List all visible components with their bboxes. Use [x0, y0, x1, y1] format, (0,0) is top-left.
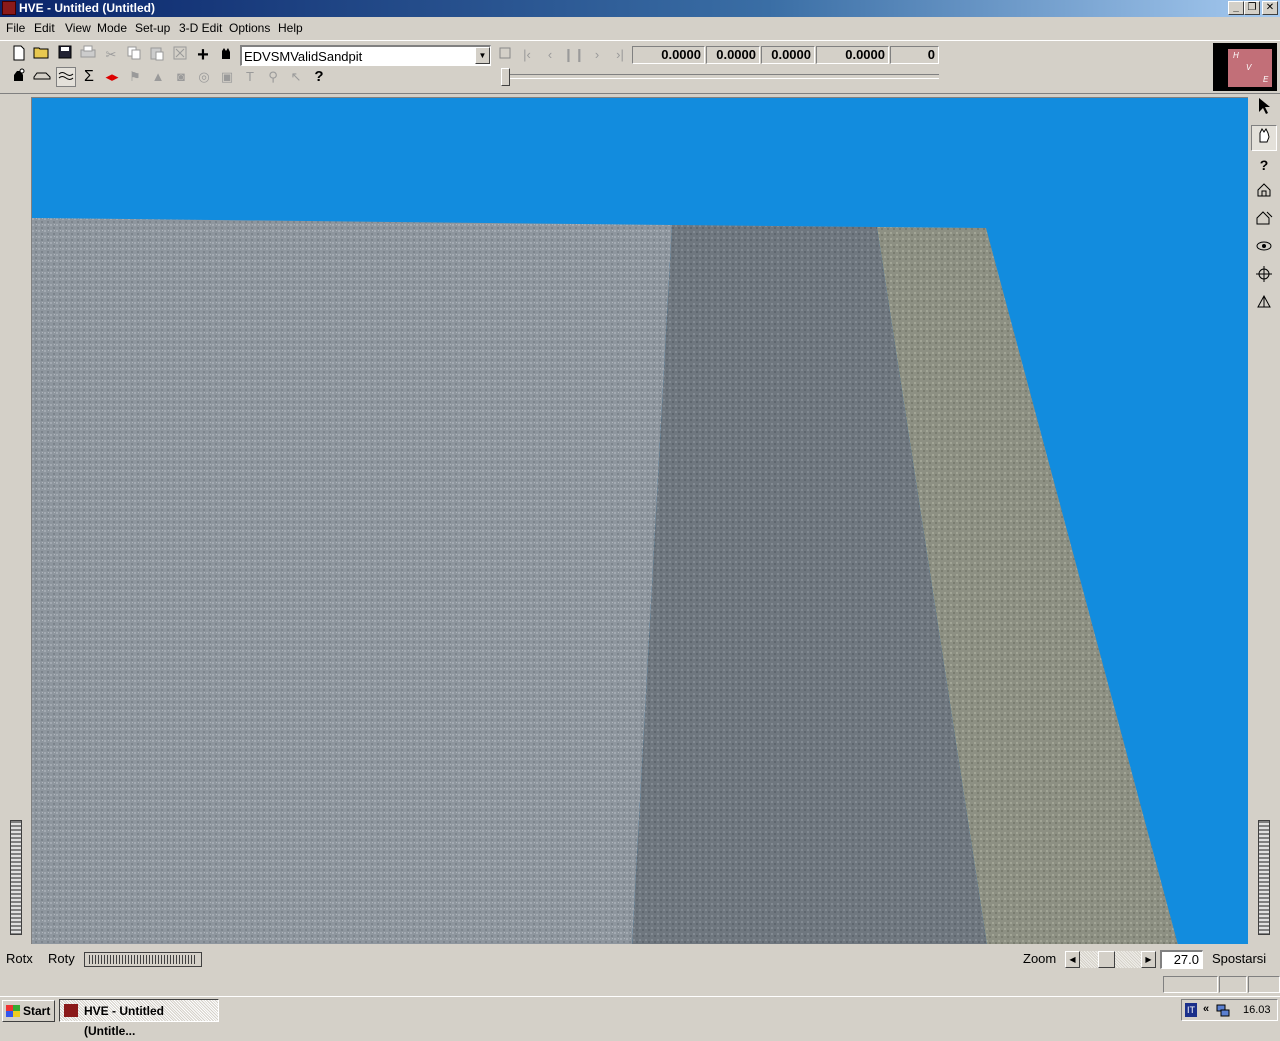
- view-eye-icon[interactable]: [1251, 237, 1277, 263]
- pan-hand-icon[interactable]: [1251, 125, 1277, 151]
- car-outline-icon[interactable]: [32, 67, 52, 87]
- split-icon[interactable]: ◂▸: [102, 67, 122, 87]
- frame-field[interactable]: 0: [890, 46, 939, 64]
- skip-end-icon[interactable]: ›|: [610, 45, 630, 65]
- value-field-4[interactable]: 0.0000: [816, 46, 889, 64]
- step-back-icon[interactable]: ‹: [540, 45, 560, 65]
- title-bar: HVE - Untitled (Untitled) _ ❐ ✕: [0, 0, 1280, 17]
- timeline-thumb[interactable]: [501, 68, 510, 86]
- cone-icon[interactable]: ▲: [148, 67, 168, 87]
- hve-app-icon: [64, 1004, 78, 1017]
- text-tool-icon[interactable]: T: [240, 67, 260, 87]
- hve-logo: H V E: [1213, 43, 1277, 91]
- arrow-tool-icon[interactable]: ↖: [286, 67, 306, 87]
- grab-hand-icon[interactable]: [216, 45, 236, 65]
- model-select[interactable]: EDVSMValidSandpit ▼: [240, 45, 491, 66]
- timeline-track[interactable]: [502, 74, 939, 79]
- menu-help[interactable]: Help: [278, 21, 303, 35]
- clock: 16.03: [1243, 1004, 1271, 1016]
- select-arrow-icon[interactable]: [1251, 97, 1277, 123]
- help-icon[interactable]: ?: [309, 67, 329, 87]
- start-label: Start: [23, 1004, 51, 1018]
- close-button[interactable]: ✕: [1262, 1, 1278, 15]
- system-tray: IT « 16.03: [1181, 999, 1278, 1021]
- left-panel: [0, 97, 31, 944]
- frame-icon[interactable]: [170, 45, 190, 65]
- home-icon[interactable]: [1251, 181, 1277, 207]
- menu-file[interactable]: File: [6, 21, 25, 35]
- perspective-cube-icon[interactable]: [1251, 293, 1277, 319]
- chevron-down-icon[interactable]: ▼: [475, 47, 490, 64]
- value-field-2[interactable]: 0.0000: [706, 46, 760, 64]
- mode-label: Spostarsi: [1212, 951, 1267, 966]
- skip-start-icon[interactable]: |‹: [517, 45, 537, 65]
- status-panel-3: [1248, 976, 1280, 993]
- new-file-icon[interactable]: [9, 45, 29, 65]
- barrel-icon[interactable]: ◙: [171, 67, 191, 87]
- add-icon[interactable]: +: [193, 45, 213, 65]
- zoom-label: Zoom: [1023, 951, 1057, 966]
- rotx-label: Rotx: [6, 951, 33, 966]
- app-icon[interactable]: [2, 1, 16, 15]
- zoom-left-arrow-icon[interactable]: ◀: [1065, 951, 1080, 968]
- right-vertical-slider[interactable]: [1258, 820, 1270, 935]
- pause-icon[interactable]: ❙❙: [563, 45, 585, 65]
- 3d-viewport[interactable]: [31, 97, 1248, 944]
- value-field-1[interactable]: 0.0000: [632, 46, 705, 64]
- menu-3d-edit[interactable]: 3-D Edit: [179, 21, 222, 35]
- menu-edit[interactable]: Edit: [34, 21, 55, 35]
- logo-letter-e: E: [1263, 75, 1269, 84]
- menu-view[interactable]: View: [65, 21, 91, 35]
- ground-surface-left: [32, 218, 672, 944]
- terrain-icon[interactable]: [56, 67, 76, 87]
- minimize-button[interactable]: _: [1228, 1, 1244, 15]
- vehicle-icon[interactable]: [9, 67, 29, 87]
- status-panel-2: [1219, 976, 1247, 993]
- step-forward-icon[interactable]: ›: [587, 45, 607, 65]
- sum-icon[interactable]: Σ: [79, 67, 99, 87]
- window-title: HVE - Untitled (Untitled): [19, 1, 155, 15]
- menu-bar: File Edit View Mode Set-up 3-D Edit Opti…: [0, 18, 1280, 38]
- logo-letter-v: V: [1246, 63, 1252, 72]
- help-question-icon[interactable]: ?: [1251, 153, 1277, 179]
- language-indicator[interactable]: IT: [1185, 1003, 1197, 1017]
- zoom-value-field[interactable]: 27.0: [1160, 950, 1203, 969]
- save-icon[interactable]: [55, 45, 75, 65]
- roty-slider[interactable]: [84, 952, 202, 967]
- restore-button[interactable]: ❐: [1244, 1, 1260, 15]
- menu-setup[interactable]: Set-up: [135, 21, 170, 35]
- tray-expand-chevron[interactable]: «: [1203, 1003, 1209, 1015]
- menu-options[interactable]: Options: [229, 21, 270, 35]
- windows-flag-icon: [6, 1005, 20, 1017]
- open-folder-icon[interactable]: [32, 45, 52, 65]
- status-panel-1: [1163, 976, 1218, 993]
- network-icon[interactable]: [1216, 1003, 1230, 1017]
- copy-icon[interactable]: [124, 45, 144, 65]
- box-icon[interactable]: ▣: [217, 67, 237, 87]
- value-field-3[interactable]: 0.0000: [761, 46, 815, 64]
- start-button[interactable]: Start: [2, 1000, 55, 1022]
- menu-mode[interactable]: Mode: [97, 21, 127, 35]
- target-icon[interactable]: ◎: [194, 67, 214, 87]
- home-set-icon[interactable]: [1251, 209, 1277, 235]
- taskbar-hve-button[interactable]: HVE - Untitled (Untitle...: [59, 999, 219, 1038]
- flag-icon[interactable]: ⚑: [125, 67, 145, 87]
- paste-icon[interactable]: [147, 45, 167, 65]
- cut-icon[interactable]: ✂: [101, 45, 121, 65]
- taskbar-hve-label: HVE - Untitled (Untitle...: [84, 1004, 164, 1038]
- zoom-right-arrow-icon[interactable]: ▶: [1141, 951, 1156, 968]
- logo-letter-h: H: [1233, 51, 1239, 60]
- scene-canvas: [32, 218, 1178, 944]
- left-vertical-slider[interactable]: [10, 820, 22, 935]
- move-crosshair-icon[interactable]: [1251, 265, 1277, 291]
- stop-icon[interactable]: [495, 45, 515, 65]
- zoom-scroll-thumb[interactable]: [1098, 951, 1115, 968]
- print-icon[interactable]: [78, 45, 98, 65]
- pin-icon[interactable]: ⚲: [263, 67, 283, 87]
- roty-label: Roty: [48, 951, 75, 966]
- model-select-value: EDVSMValidSandpit: [244, 49, 363, 64]
